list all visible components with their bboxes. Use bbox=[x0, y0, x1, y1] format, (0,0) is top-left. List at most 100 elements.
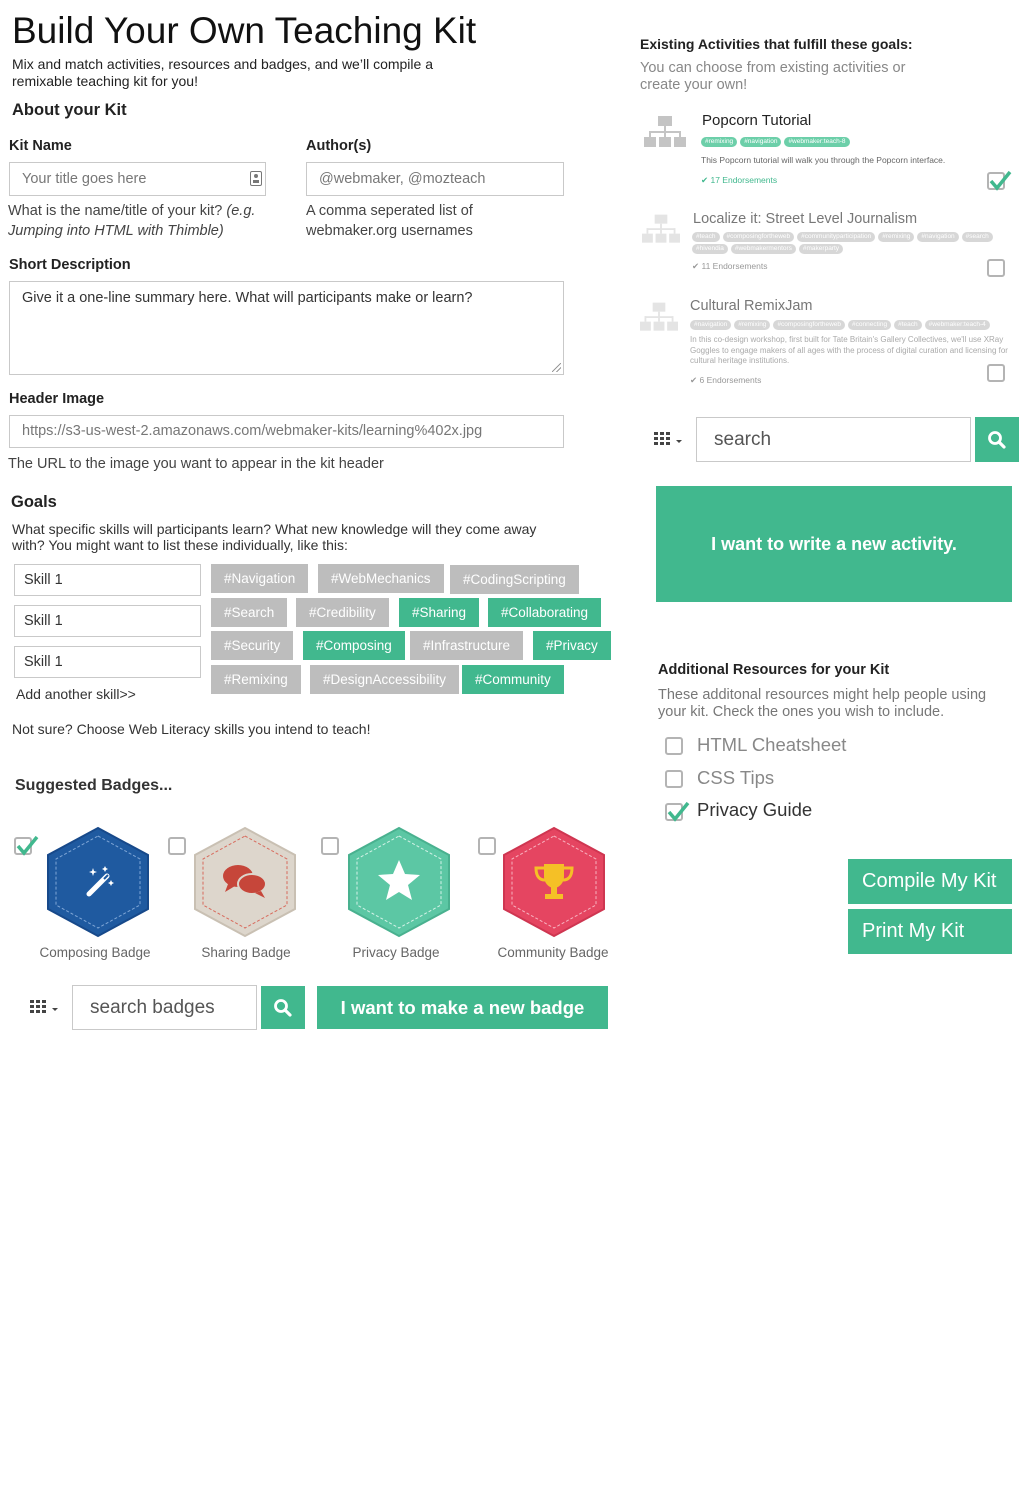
tag-infrastructure[interactable]: #Infrastructure bbox=[410, 631, 524, 660]
skill-input-2[interactable]: Skill 1 bbox=[14, 605, 201, 637]
search-icon bbox=[274, 999, 292, 1017]
activity-tag: #teach bbox=[894, 320, 922, 330]
activities-subheading: You can choose from existing activities … bbox=[640, 60, 906, 93]
activity-grid-menu-icon[interactable] bbox=[654, 432, 684, 446]
tag-navigation[interactable]: #Navigation bbox=[211, 564, 309, 593]
privacy-badge[interactable] bbox=[346, 826, 452, 938]
activity-tag: #navigation bbox=[740, 137, 782, 147]
badge-grid-menu-icon[interactable] bbox=[30, 1000, 60, 1014]
header-image-help: The URL to the image you want to appear … bbox=[8, 456, 384, 472]
resize-handle-icon[interactable] bbox=[552, 363, 561, 372]
sitemap-icon bbox=[644, 116, 686, 155]
tag-codingscripting[interactable]: #CodingScripting bbox=[450, 565, 579, 594]
badge-search-input[interactable]: search badges bbox=[72, 985, 257, 1030]
sharing-badge[interactable] bbox=[192, 826, 298, 938]
activity-endorsements: ✔ 17 Endorsements bbox=[701, 175, 778, 185]
trophy-icon bbox=[530, 860, 578, 904]
badge-search-button[interactable] bbox=[261, 986, 305, 1029]
magic-wand-icon bbox=[83, 864, 117, 898]
tag-community[interactable]: #Community bbox=[462, 665, 564, 694]
tag-credibility[interactable]: #Credibility bbox=[296, 598, 389, 627]
activity-endorsements: ✔ 6 Endorsements bbox=[690, 375, 762, 385]
activity-tag: #search bbox=[961, 232, 993, 242]
activity-tag: #teach bbox=[692, 232, 720, 242]
activity-title[interactable]: Cultural RemixJam bbox=[690, 298, 812, 314]
activities-heading: Existing Activities that fulfill these g… bbox=[640, 36, 913, 52]
skill-input-1[interactable]: Skill 1 bbox=[14, 564, 201, 596]
activity-tag: #connecting bbox=[848, 320, 892, 330]
activity-search-input[interactable]: search bbox=[696, 417, 971, 462]
privacy-badge-checkbox[interactable] bbox=[321, 837, 339, 855]
kit-name-placeholder: Your title goes here bbox=[22, 171, 147, 187]
tag-composing[interactable]: #Composing bbox=[303, 631, 405, 660]
activity-tag: #webmaker:teach-8 bbox=[784, 137, 850, 147]
privacy-guide-checkbox[interactable] bbox=[665, 801, 690, 822]
activity-tags: #remixing #navigation #webmaker:teach-8 bbox=[701, 137, 1011, 155]
activity-tag: #remixing bbox=[878, 232, 915, 242]
activity-endorsements: ✔ 11 Endorsements bbox=[692, 261, 768, 271]
short-description-label: Short Description bbox=[9, 257, 131, 273]
star-icon bbox=[376, 857, 422, 903]
resources-description: These additonal resources might help peo… bbox=[658, 687, 987, 720]
activity-description: This Popcorn tutorial will walk you thro… bbox=[701, 155, 946, 165]
badges-heading: Suggested Badges... bbox=[15, 777, 173, 794]
privacy-guide-label[interactable]: Privacy Guide bbox=[697, 799, 812, 821]
speech-bubbles-icon bbox=[221, 862, 269, 902]
tag-sharing[interactable]: #Sharing bbox=[399, 598, 480, 627]
community-badge-checkbox[interactable] bbox=[478, 837, 496, 855]
author-help: A comma seperated list of webmaker.org u… bbox=[306, 203, 473, 239]
activity-checkbox-popcorn[interactable] bbox=[987, 170, 1012, 191]
activity-checkbox-remixjam[interactable] bbox=[987, 364, 1005, 382]
community-badge-label: Community Badge bbox=[497, 945, 609, 960]
activity-checkbox-localize[interactable] bbox=[987, 259, 1005, 277]
resources-heading: Additional Resources for your Kit bbox=[658, 662, 890, 678]
composing-badge-checkbox[interactable] bbox=[14, 835, 39, 856]
tag-privacy[interactable]: #Privacy bbox=[533, 631, 611, 660]
activity-tag: #makerparty bbox=[798, 244, 844, 254]
tag-designaccessibility[interactable]: #DesignAccessibility bbox=[310, 665, 460, 694]
sharing-badge-checkbox[interactable] bbox=[168, 837, 186, 855]
compile-kit-button[interactable]: Compile My Kit bbox=[848, 859, 1012, 904]
new-badge-button[interactable]: I want to make a new badge bbox=[317, 986, 608, 1029]
add-skill-link[interactable]: Add another skill>> bbox=[16, 686, 136, 702]
activity-tag: #navigation bbox=[917, 232, 959, 242]
activity-tag: #remixing bbox=[701, 137, 738, 147]
short-description-placeholder: Give it a one-line summary here. What wi… bbox=[22, 290, 473, 306]
composing-badge[interactable] bbox=[45, 826, 151, 938]
goals-description: What specific skills will participants l… bbox=[12, 521, 537, 553]
sharing-badge-label: Sharing Badge bbox=[201, 945, 291, 960]
contact-card-icon bbox=[250, 171, 262, 186]
html-cheatsheet-checkbox[interactable] bbox=[665, 737, 683, 755]
kit-name-label: Kit Name bbox=[9, 138, 72, 154]
activity-tag: #remixing bbox=[734, 320, 771, 330]
skill-input-3[interactable]: Skill 1 bbox=[14, 646, 201, 678]
sitemap-icon bbox=[640, 302, 678, 339]
kit-name-input[interactable]: Your title goes here bbox=[9, 162, 266, 196]
activity-search-button[interactable] bbox=[975, 417, 1019, 462]
new-activity-button[interactable]: I want to write a new activity. bbox=[656, 486, 1012, 602]
activity-tag: #webmakermentors bbox=[730, 244, 796, 254]
print-kit-button[interactable]: Print My Kit bbox=[848, 909, 1012, 954]
activity-title[interactable]: Localize it: Street Level Journalism bbox=[693, 211, 917, 227]
html-cheatsheet-label[interactable]: HTML Cheatsheet bbox=[697, 734, 846, 756]
tag-webmechanics[interactable]: #WebMechanics bbox=[318, 564, 444, 593]
goals-heading: Goals bbox=[11, 493, 57, 511]
activity-title[interactable]: Popcorn Tutorial bbox=[702, 112, 811, 129]
community-badge[interactable] bbox=[501, 826, 607, 938]
header-image-label: Header Image bbox=[9, 391, 105, 407]
tag-remixing[interactable]: #Remixing bbox=[211, 665, 301, 694]
css-tips-checkbox[interactable] bbox=[665, 770, 683, 788]
activity-tags: #teach #composingfortheweb #communityparti… bbox=[692, 232, 1022, 256]
tag-search[interactable]: #Search bbox=[211, 598, 288, 627]
author-input[interactable]: @webmaker, @mozteach bbox=[306, 162, 564, 196]
activity-tag: #composingfortheweb bbox=[722, 232, 795, 242]
tag-security[interactable]: #Security bbox=[211, 631, 294, 660]
short-description-textarea[interactable]: Give it a one-line summary here. What wi… bbox=[9, 281, 564, 375]
activity-description: In this co-design workshop, first built … bbox=[690, 335, 1008, 365]
header-image-input[interactable]: https://s3-us-west-2.amazonaws.com/webma… bbox=[9, 415, 564, 448]
css-tips-label[interactable]: CSS Tips bbox=[697, 767, 774, 789]
page-subtitle: Mix and match activities, resources and … bbox=[12, 56, 433, 89]
search-icon bbox=[988, 431, 1006, 449]
page-title: Build Your Own Teaching Kit bbox=[12, 10, 477, 51]
tag-collaborating[interactable]: #Collaborating bbox=[488, 598, 602, 627]
